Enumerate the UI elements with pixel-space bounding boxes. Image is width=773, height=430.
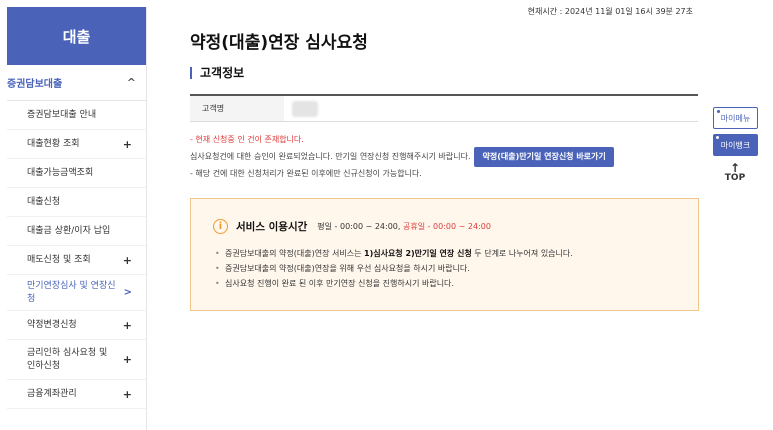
sidebar-item-account-mgmt[interactable]: 금융계좌관리 + [7,380,146,409]
scroll-top-button[interactable]: ↑ TOP [722,161,748,183]
plus-icon: + [122,137,132,151]
chevron-up-icon: ^ [126,76,136,89]
extension-shortcut-button[interactable]: 약정(대출)만기일 연장신청 바로가기 [474,147,614,167]
service-guide-list: 증권담보대출의 약정(대출)연장 서비스는 1)심사요청 2)만기일 연장 신청… [213,246,676,291]
info-icon: i [213,219,228,234]
customer-name-label: 고객명 [190,96,284,121]
holiday-hours: 공휴일 - 00:00 ~ 24:00 [402,222,491,231]
sidebar-item-loan-guide[interactable]: 증권담보대출 안내 [7,101,146,130]
list-item: 심사요청 진행이 완료 된 이후 만기연장 신청을 진행하시기 바랍니다. [213,276,676,291]
sidebar-item-sell-request[interactable]: 매도신청 및 조회 + [7,246,146,275]
sidebar-section-label: 증권담보대출 [7,79,63,90]
chevron-right-icon: > [123,287,132,298]
plus-icon: + [122,353,132,366]
plus-icon: + [122,318,132,332]
my-menu-button[interactable]: 마이메뉴 [713,107,758,129]
approval-notice: 심사요청건에 대한 승인이 완료되었습니다. 만기일 연장신청 진행해주시기 바… [190,152,471,161]
notice-block: - 현재 신청중 인 건이 존재합니다. 심사요청건에 대한 승인이 완료되었습… [190,133,614,181]
sidebar-item-repayment[interactable]: 대출금 상환/이자 납입 [7,217,146,246]
sidebar-item-rate-reduction[interactable]: 금리인하 심사요청 및 인하신청 + [7,340,146,380]
sidebar-section-securities-loan[interactable]: 증권담보대출 ^ [7,65,146,101]
sidebar-item-loan-status[interactable]: 대출현황 조회 + [7,130,146,159]
sidebar-item-contract-change[interactable]: 약정변경신청 + [7,311,146,340]
sidebar-header: 대출 [7,7,146,65]
service-title: 서비스 이용시간 [236,221,308,233]
weekday-hours: 평일 - 00:00 ~ 24:00, [317,222,401,231]
customer-info-title: 고객정보 [190,67,244,79]
current-time: 현재시간 : 2024년 11월 01일 16시 39분 27초 [527,7,693,16]
my-bank-button[interactable]: 마이뱅크 [713,134,758,156]
dot-icon [716,136,719,139]
dot-icon [717,110,720,113]
sidebar: 대출 증권담보대출 ^ 증권담보대출 안내 대출현황 조회 + 대출가능금액조회… [7,7,147,430]
sidebar-item-loan-apply[interactable]: 대출신청 [7,188,146,217]
plus-icon: + [122,253,132,267]
service-hours: 평일 - 00:00 ~ 24:00, 공휴일 - 00:00 ~ 24:00 [317,221,491,232]
masked-name [292,100,318,117]
list-item: 증권담보대출의 약정(대출)연장을 위해 우선 심사요청을 하시기 바랍니다. [213,261,676,276]
sidebar-item-extension[interactable]: 만기연장심사 및 연장신청 > [7,275,146,311]
arrow-up-icon: ↑ [729,161,741,175]
customer-name-value [284,96,698,121]
list-item: 증권담보대출의 약정(대출)연장 서비스는 1)심사요청 2)만기일 연장 신청… [213,246,676,261]
service-hours-box: i 서비스 이용시간 평일 - 00:00 ~ 24:00, 공휴일 - 00:… [190,198,699,311]
pending-notice: - 현재 신청중 인 건이 존재합니다. [190,135,304,144]
new-request-notice: - 해당 건에 대한 신청처리가 완료된 이후에만 신규신청이 가능합니다. [190,169,422,178]
sidebar-item-loan-limit[interactable]: 대출가능금액조회 [7,159,146,188]
plus-icon: + [122,387,132,401]
customer-info-table: 고객명 [190,94,698,122]
page-title: 약정(대출)연장 심사요청 [190,33,368,53]
